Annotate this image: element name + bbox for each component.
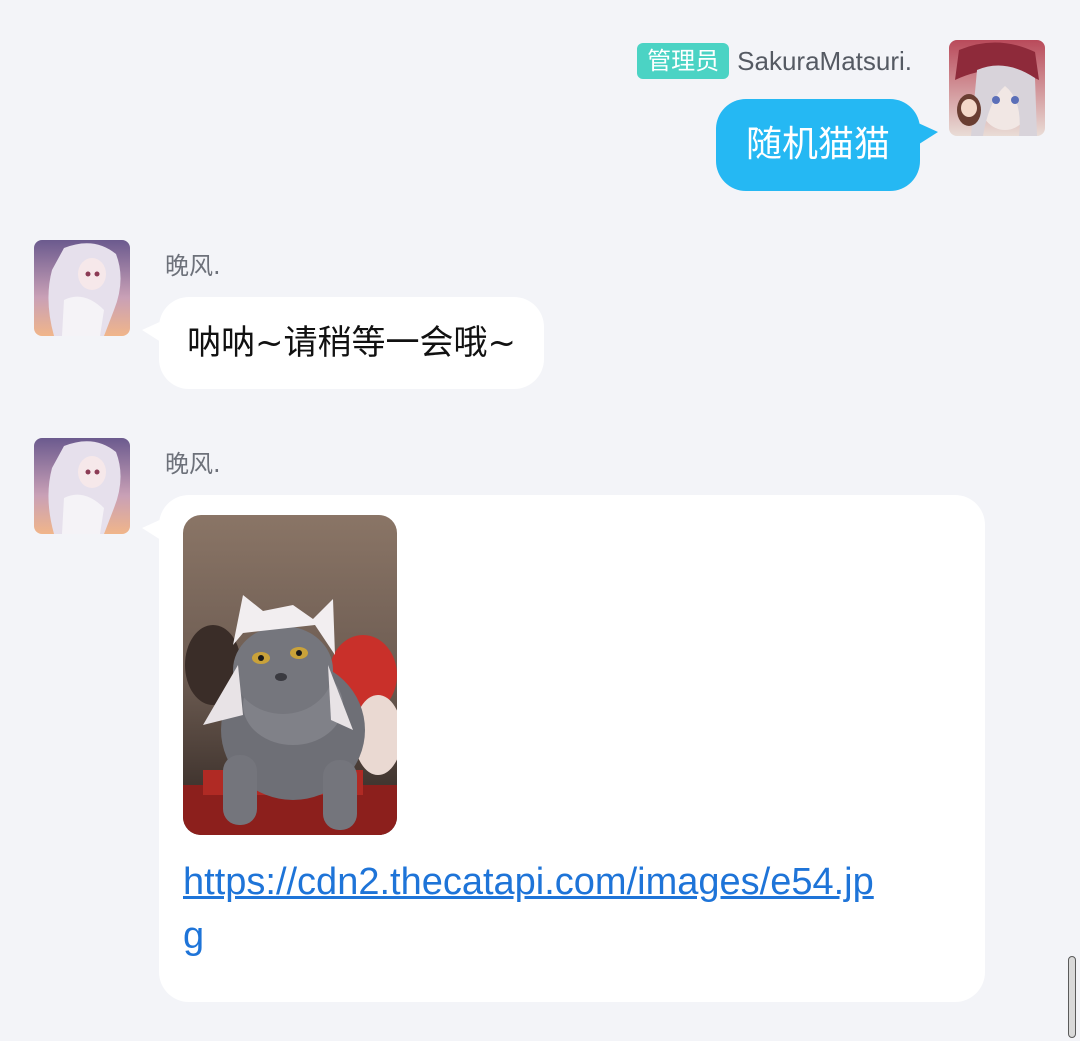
image-link[interactable]: https://cdn2.thecatapi.com/images/e54.jp… (183, 855, 883, 963)
sender-name[interactable]: 晚风. (165, 246, 221, 281)
sender-name[interactable]: SakuraMatsuri. (737, 46, 912, 77)
cat-photo[interactable] (183, 515, 397, 835)
message-bubble[interactable]: 呐呐~请稍等一会哦~ (159, 297, 544, 389)
message-text: 呐呐~请稍等一会哦~ (187, 323, 516, 363)
avatar[interactable] (34, 240, 130, 336)
sender-header: 管理员 SakuraMatsuri. (637, 42, 912, 80)
admin-badge: 管理员 (637, 43, 730, 79)
bubble-tail (916, 122, 938, 146)
scrollbar[interactable] (1068, 956, 1076, 1038)
avatar[interactable] (34, 438, 130, 534)
avatar[interactable] (949, 40, 1045, 136)
message-bubble[interactable]: 随机猫猫 (715, 99, 920, 191)
sender-name[interactable]: 晚风. (165, 444, 221, 479)
message-bubble[interactable]: https://cdn2.thecatapi.com/images/e54.jp… (159, 495, 985, 1002)
